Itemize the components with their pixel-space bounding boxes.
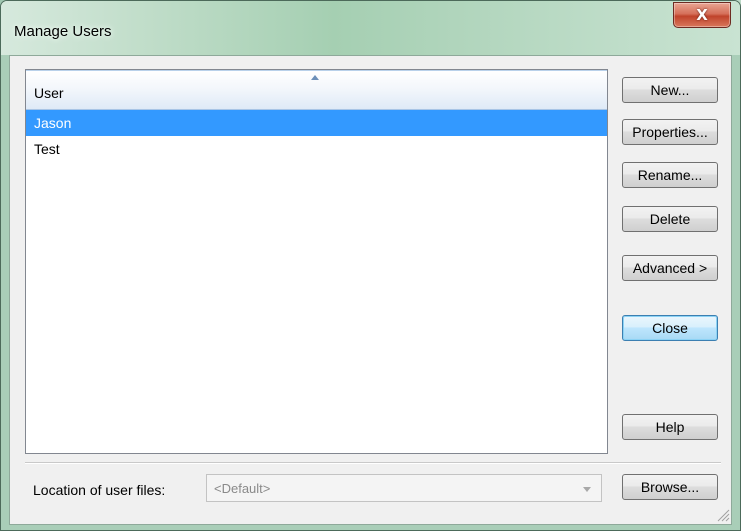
location-combobox-value: <Default> — [214, 481, 271, 496]
column-header-label: User — [34, 85, 64, 101]
manage-users-dialog: Manage Users X User Jason Test New... Pr… — [0, 0, 741, 531]
sort-ascending-icon — [311, 75, 319, 80]
close-icon: X — [696, 6, 708, 24]
separator-line — [25, 462, 721, 464]
list-item-jason[interactable]: Jason — [26, 110, 607, 136]
dialog-client-area: User Jason Test New... Properties... Ren… — [9, 55, 732, 525]
window-close-button[interactable]: X — [673, 2, 731, 28]
location-label: Location of user files: — [33, 482, 166, 498]
properties-button[interactable]: Properties... — [622, 119, 718, 145]
delete-button[interactable]: Delete — [622, 206, 718, 232]
window-title: Manage Users — [14, 23, 112, 40]
help-button[interactable]: Help — [622, 414, 718, 440]
advanced-button[interactable]: Advanced > — [622, 255, 718, 281]
close-button[interactable]: Close — [622, 315, 718, 341]
resize-grip-icon[interactable] — [716, 508, 730, 522]
chevron-down-icon[interactable] — [583, 487, 591, 492]
list-item-test[interactable]: Test — [26, 136, 607, 162]
location-combobox[interactable]: <Default> — [206, 474, 602, 502]
browse-button[interactable]: Browse... — [622, 474, 718, 500]
new-button[interactable]: New... — [622, 77, 718, 103]
column-header-user[interactable]: User — [26, 70, 607, 110]
user-list[interactable]: User Jason Test — [25, 69, 608, 454]
title-bar[interactable]: Manage Users X — [1, 1, 740, 55]
rename-button[interactable]: Rename... — [622, 162, 718, 188]
